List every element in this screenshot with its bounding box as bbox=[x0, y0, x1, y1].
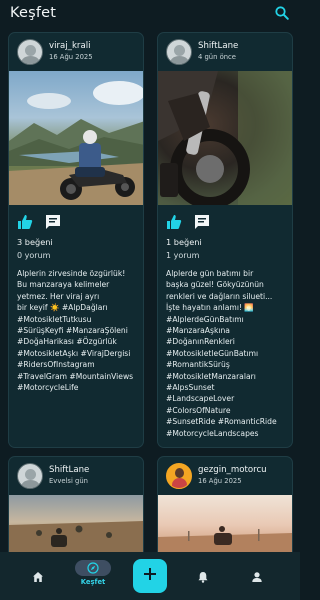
post-date: 16 Ağu 2025 bbox=[198, 477, 242, 486]
add-post-button[interactable] bbox=[133, 559, 167, 593]
post-header[interactable]: gezgin_motorcu 16 Ağu 2025 bbox=[158, 457, 292, 495]
avatar[interactable] bbox=[17, 39, 43, 65]
nav-explore[interactable]: Keşfet bbox=[73, 552, 113, 600]
avatar[interactable] bbox=[166, 463, 192, 489]
avatar[interactable] bbox=[166, 39, 192, 65]
avatar[interactable] bbox=[17, 463, 43, 489]
comment-count[interactable]: 0 yorum bbox=[9, 251, 143, 260]
nav-profile[interactable] bbox=[237, 552, 277, 600]
post-username[interactable]: viraj_krali bbox=[49, 41, 93, 52]
profile-icon[interactable] bbox=[251, 568, 263, 587]
search-icon[interactable] bbox=[274, 5, 290, 21]
post-date: 4 gün önce bbox=[198, 53, 236, 62]
nav-notifications[interactable] bbox=[183, 552, 223, 600]
post-header[interactable]: ShiftLane 4 gün önce bbox=[158, 33, 292, 71]
comment-count[interactable]: 1 yorum bbox=[158, 251, 292, 260]
post-header[interactable]: ShiftLane Evvelsi gün bbox=[9, 457, 143, 495]
like-icon[interactable] bbox=[166, 214, 182, 230]
post-image[interactable] bbox=[9, 71, 143, 205]
post-date: Evvelsi gün bbox=[49, 477, 88, 486]
explore-icon[interactable] bbox=[75, 560, 111, 576]
post-card[interactable]: ShiftLane Evvelsi gün bbox=[8, 456, 144, 552]
nav-home[interactable] bbox=[18, 552, 58, 600]
like-count[interactable]: 3 beğeni bbox=[9, 237, 143, 247]
top-app-bar: Keşfet bbox=[0, 0, 300, 26]
comment-icon[interactable] bbox=[45, 214, 61, 230]
post-username[interactable]: ShiftLane bbox=[49, 465, 89, 476]
post-card[interactable]: gezgin_motorcu 16 Ağu 2025 bbox=[157, 456, 293, 552]
like-icon[interactable] bbox=[17, 214, 33, 230]
page-title: Keşfet bbox=[10, 5, 57, 21]
like-count[interactable]: 1 beğeni bbox=[158, 237, 292, 247]
post-header[interactable]: viraj_krali 16 Ağu 2025 bbox=[9, 33, 143, 71]
post-image[interactable] bbox=[9, 495, 143, 552]
post-image[interactable] bbox=[158, 71, 292, 205]
add-icon bbox=[142, 566, 158, 586]
comment-icon[interactable] bbox=[194, 214, 210, 230]
post-username[interactable]: ShiftLane bbox=[198, 41, 238, 52]
post-card[interactable]: viraj_krali 16 Ağu 2025 3 beğeni 0 yorum… bbox=[8, 32, 144, 448]
bottom-navigation: Keşfet bbox=[0, 552, 300, 600]
home-icon[interactable] bbox=[32, 568, 44, 587]
explore-feed[interactable]: viraj_krali 16 Ağu 2025 3 beğeni 0 yorum… bbox=[0, 30, 300, 552]
post-image[interactable] bbox=[158, 495, 292, 552]
notification-icon[interactable] bbox=[197, 568, 209, 587]
post-card[interactable]: ShiftLane 4 gün önce 1 beğeni 1 yorum Al… bbox=[157, 32, 293, 448]
nav-explore-label[interactable]: Keşfet bbox=[81, 578, 106, 586]
post-username[interactable]: gezgin_motorcu bbox=[198, 465, 267, 476]
post-caption: Alplerin zirvesinde özgürlük! Bu manzara… bbox=[17, 269, 134, 393]
post-date: 16 Ağu 2025 bbox=[49, 53, 93, 62]
post-caption: Alplerde gün batımı bir başka güzel! Gök… bbox=[166, 269, 277, 438]
